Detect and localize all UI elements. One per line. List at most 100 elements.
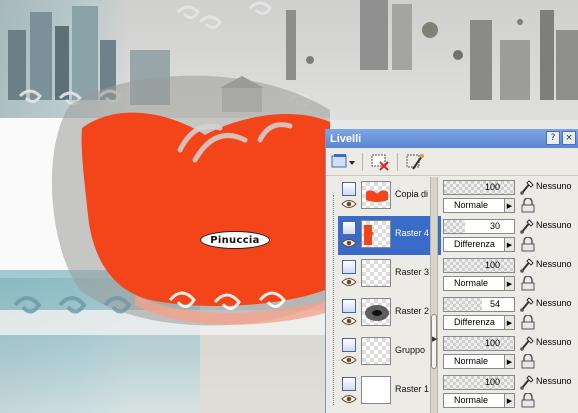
opacity-fill — [444, 220, 465, 233]
blend-mode-select[interactable]: Differenza ▶ — [443, 315, 515, 330]
opacity-fill — [444, 181, 514, 194]
blend-mode-value: Normale — [454, 356, 489, 366]
blend-mode-select[interactable]: Normale ▶ — [443, 354, 515, 369]
opacity-slider[interactable]: 100 — [443, 258, 515, 273]
layer-type-icon — [342, 182, 356, 196]
paint-brush-icon[interactable] — [519, 179, 535, 195]
palette-titlebar[interactable]: Livelli ? × — [326, 129, 578, 148]
lock-icon[interactable] — [521, 315, 535, 330]
new-layer-button[interactable] — [330, 152, 356, 172]
opacity-slider[interactable]: 100 — [443, 336, 515, 351]
layer-row[interactable]: Raster 3 100 Normale ▶ Nessuno — [326, 255, 578, 294]
layer-type-icon — [342, 338, 356, 352]
blend-mode-value: Differenza — [454, 239, 495, 249]
paint-brush-icon[interactable] — [519, 218, 535, 234]
opacity-fill — [444, 376, 514, 389]
layer-properties: 100 Normale ▶ Nessuno — [441, 177, 578, 216]
layer-name-cell[interactable]: Copia di — [338, 177, 441, 216]
opacity-value: 100 — [484, 182, 500, 192]
layer-thumbnail — [361, 259, 391, 287]
opacity-slider[interactable]: 100 — [443, 180, 515, 195]
dropdown-arrow-icon[interactable]: ▶ — [504, 315, 515, 330]
dropdown-arrow-icon[interactable]: ▶ — [504, 276, 515, 291]
paint-brush-icon[interactable] — [519, 374, 535, 390]
eye-icon[interactable] — [341, 394, 357, 404]
layer-name-cell[interactable]: Raster 1 — [338, 372, 441, 411]
eye-icon[interactable] — [341, 355, 357, 365]
layer-properties-button[interactable] — [404, 152, 426, 172]
blend-mode-select[interactable]: Normale ▶ — [443, 393, 515, 408]
opacity-value: 30 — [489, 221, 500, 231]
layer-properties: 100 Normale ▶ Nessuno — [441, 333, 578, 372]
layer-row[interactable]: Raster 1 100 Normale ▶ Nessuno — [326, 372, 578, 411]
layer-name: Raster 4 — [395, 228, 430, 238]
layer-name-cell[interactable]: Raster 2 — [338, 294, 441, 333]
layer-row[interactable]: Raster 2 54 △ Differenza ▶ Nessuno — [326, 294, 578, 333]
panel-splitter[interactable] — [430, 177, 438, 413]
blend-mode-select[interactable]: Normale ▶ — [443, 276, 515, 291]
lock-icon[interactable] — [521, 198, 535, 213]
mask-value: Nessuno — [536, 337, 572, 347]
close-button[interactable]: × — [562, 131, 576, 145]
blend-mode-select[interactable]: Differenza ▶ — [443, 237, 515, 252]
paint-brush-icon[interactable] — [519, 335, 535, 351]
layer-name: Raster 3 — [395, 267, 430, 277]
opacity-fill — [444, 259, 514, 272]
layer-thumbnail — [361, 298, 391, 326]
eye-icon[interactable] — [341, 277, 357, 287]
blend-mode-value: Differenza — [454, 317, 495, 327]
mask-value: Nessuno — [536, 220, 572, 230]
opacity-value: 100 — [484, 260, 500, 270]
opacity-slider[interactable]: 54 △ — [443, 297, 515, 312]
dropdown-arrow-icon[interactable]: ▶ — [504, 393, 515, 408]
layer-row[interactable]: Gruppo 100 Normale ▶ Nessuno — [326, 333, 578, 372]
layer-name-cell[interactable]: Raster 3 — [338, 255, 441, 294]
opacity-fill — [444, 298, 482, 311]
paint-brush-icon[interactable] — [519, 257, 535, 273]
new-layer-icon — [331, 153, 355, 167]
toolbar-separator — [397, 152, 398, 171]
opacity-slider[interactable]: 30 △ — [443, 219, 515, 234]
layer-type-icon — [342, 299, 356, 313]
opacity-marker-icon: △ — [484, 233, 490, 234]
lock-icon[interactable] — [521, 354, 535, 369]
help-button[interactable]: ? — [546, 131, 560, 145]
opacity-slider[interactable]: 100 — [443, 375, 515, 390]
layer-thumbnail — [361, 220, 391, 248]
dropdown-arrow-icon[interactable]: ▶ — [504, 198, 515, 213]
layer-name-cell[interactable]: Raster 4 — [338, 216, 441, 255]
layer-thumbnail — [361, 376, 391, 404]
opacity-value: 100 — [484, 338, 500, 348]
opacity-fill — [444, 337, 514, 350]
eye-icon[interactable] — [341, 238, 357, 248]
lock-icon[interactable] — [521, 276, 535, 291]
eye-icon[interactable] — [341, 199, 357, 209]
mask-value: Nessuno — [536, 259, 572, 269]
layer-thumbnail — [361, 337, 391, 365]
eye-icon[interactable] — [341, 316, 357, 326]
lock-icon[interactable] — [521, 393, 535, 408]
blend-mode-select[interactable]: Normale ▶ — [443, 198, 515, 213]
delete-layer-icon — [371, 154, 389, 171]
palette-title: Livelli — [330, 132, 362, 145]
lock-icon[interactable] — [521, 237, 535, 252]
layer-properties: 100 Normale ▶ Nessuno — [441, 372, 578, 411]
layer-properties: 100 Normale ▶ Nessuno — [441, 255, 578, 294]
blend-mode-value: Normale — [454, 395, 489, 405]
layers-palette[interactable]: Livelli ? × Copia di 100 Normale ▶ Nessu… — [325, 129, 578, 413]
dropdown-arrow-icon[interactable]: ▶ — [504, 237, 515, 252]
dropdown-arrow-icon[interactable]: ▶ — [504, 354, 515, 369]
delete-layer-button[interactable] — [369, 152, 391, 172]
layer-row[interactable]: Copia di 100 Normale ▶ Nessuno — [326, 177, 578, 216]
blend-mode-value: Normale — [454, 278, 489, 288]
layer-row[interactable]: Raster 4 30 △ Differenza ▶ Nessuno — [326, 216, 578, 255]
expand-arrow-icon[interactable]: ▶ — [432, 335, 437, 343]
opacity-value: 100 — [484, 377, 500, 387]
layer-name-cell[interactable]: Gruppo — [338, 333, 441, 372]
toolbar-separator — [362, 152, 363, 171]
layer-properties: 54 △ Differenza ▶ Nessuno — [441, 294, 578, 333]
layer-thumbnail — [361, 181, 391, 209]
layer-name: Raster 2 — [395, 306, 430, 316]
paint-brush-icon[interactable] — [519, 296, 535, 312]
properties-icon — [406, 153, 424, 170]
